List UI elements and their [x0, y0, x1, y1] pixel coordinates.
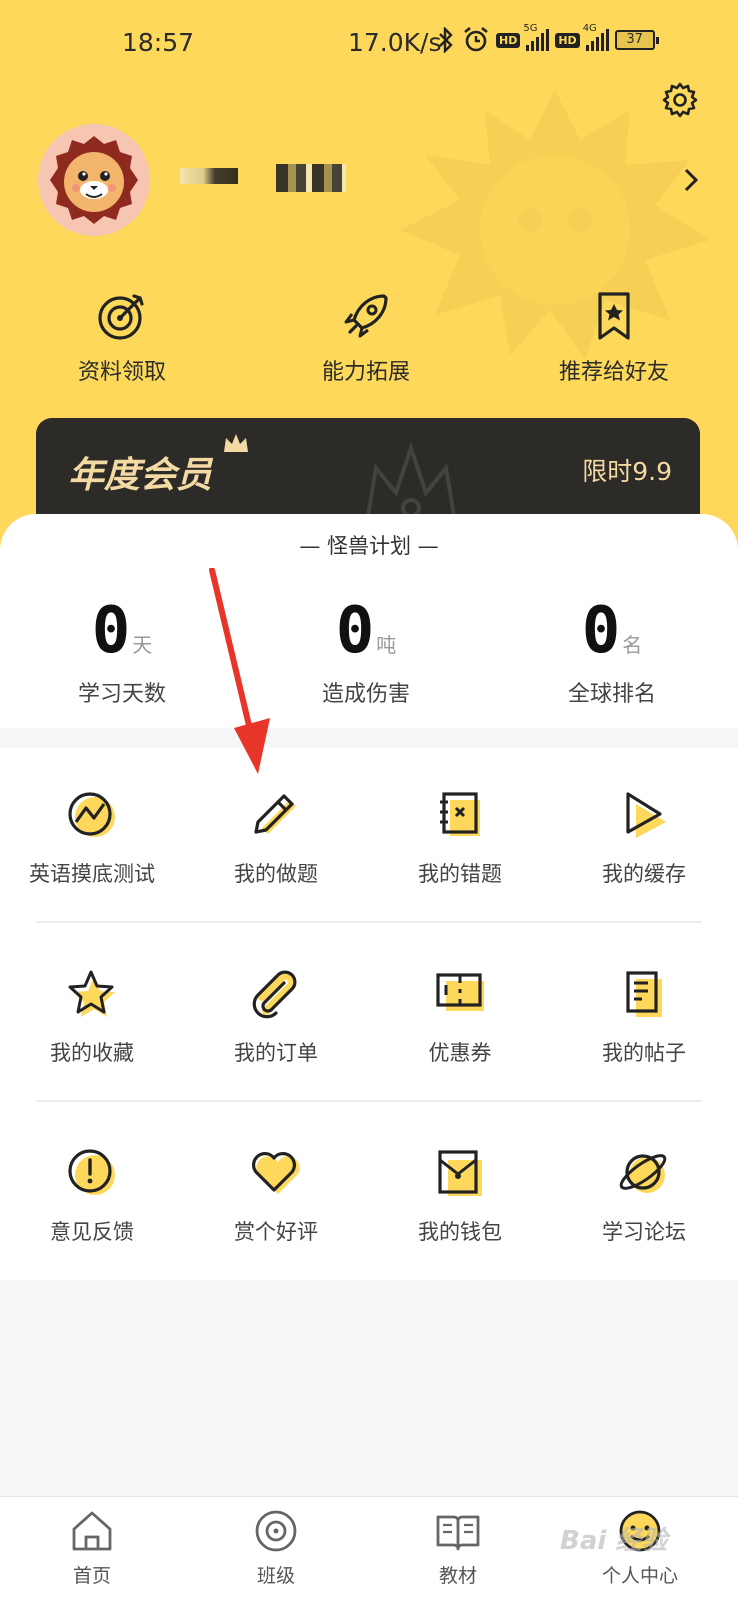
feature-grid: 英语摸底测试 我的做题 我的错题 我的缓存 我的收藏 我的订单 优惠券 我的帖子…	[0, 748, 738, 1280]
monster-plan-card: — 怪兽计划 — 0天 学习天数 0吨 造成伤害 0名 全球排名	[0, 514, 738, 728]
tab-label: 个人中心	[601, 1565, 678, 1587]
tab-label: 班级	[256, 1565, 295, 1587]
trend-chart-icon	[68, 792, 115, 837]
vip-price: 限时9.9	[582, 457, 672, 486]
menu-english-test[interactable]: 英语摸底测试	[0, 788, 184, 888]
bluetooth-icon	[439, 27, 453, 53]
menu-my-favorites[interactable]: 我的收藏	[0, 967, 184, 1067]
grid-row: 英语摸底测试 我的做题 我的错题 我的缓存	[0, 748, 738, 926]
tab-label: 首页	[72, 1565, 111, 1587]
annotation-arrow	[209, 568, 270, 774]
target-icon	[98, 294, 144, 340]
username-redacted	[180, 168, 238, 184]
wallet-icon	[438, 1150, 482, 1196]
profile-header: 18:57 17.0K/s HD 5G HD 4G 37 资料领取 能力拓展 推…	[0, 0, 738, 560]
chevron-right-icon[interactable]	[680, 166, 702, 194]
rocket-icon	[344, 294, 388, 338]
home-icon	[72, 1511, 112, 1551]
battery-indicator: 37	[614, 30, 659, 50]
hd-badge-2: HD	[555, 32, 580, 48]
stat-study-days: 0天 学习天数	[22, 594, 222, 708]
hd-badge: HD	[496, 32, 521, 48]
menu-label: 我的做题	[234, 862, 318, 886]
menu-label: 我的订单	[234, 1041, 318, 1065]
menu-label: 我的收藏	[50, 1041, 134, 1065]
menu-label: 赏个好评	[234, 1220, 318, 1244]
status-bar: 18:57 17.0K/s HD 5G HD 4G 37	[0, 0, 738, 86]
divider	[36, 921, 702, 923]
tab-class[interactable]: 班级	[216, 1507, 336, 1588]
menu-label: 英语摸底测试	[29, 862, 155, 886]
stat-unit: 吨	[376, 633, 397, 657]
signal-5g-icon: 5G	[523, 23, 550, 51]
planet-icon	[619, 1154, 667, 1193]
ticket-icon	[436, 973, 484, 1011]
error-notebook-icon	[440, 792, 480, 836]
document-icon	[626, 971, 662, 1017]
menu-label: 意见反馈	[50, 1220, 134, 1244]
menu-my-wallet[interactable]: 我的钱包	[368, 1146, 552, 1246]
crown-icon	[224, 434, 248, 452]
alert-circle-icon	[68, 1149, 115, 1195]
stat-value: 0	[581, 594, 621, 668]
menu-label: 我的错题	[418, 862, 502, 886]
grid-row: 意见反馈 赏个好评 我的钱包 学习论坛	[0, 1106, 738, 1284]
star-icon	[68, 970, 115, 1017]
settings-gear-icon[interactable]	[660, 80, 700, 120]
quick-action-label: 推荐给好友	[558, 360, 669, 385]
stat-damage: 0吨 造成伤害	[266, 594, 466, 708]
alarm-icon	[464, 26, 488, 52]
stat-unit: 天	[132, 633, 153, 657]
menu-label: 我的帖子	[602, 1041, 686, 1065]
paperclip-icon	[252, 970, 297, 1019]
play-icon	[626, 792, 666, 838]
tab-label: 教材	[438, 1565, 477, 1587]
book-icon	[436, 1515, 480, 1551]
quick-action-recommend[interactable]: 推荐给好友	[524, 290, 704, 386]
menu-coupons[interactable]: 优惠券	[368, 967, 552, 1067]
menu-forum[interactable]: 学习论坛	[552, 1146, 736, 1246]
pencil-icon	[254, 794, 296, 834]
heart-icon	[252, 1152, 300, 1194]
bookmark-star-icon	[598, 292, 630, 340]
menu-my-posts[interactable]: 我的帖子	[552, 967, 736, 1067]
tab-textbook[interactable]: 教材	[398, 1507, 518, 1588]
class-disc-icon	[255, 1510, 297, 1552]
plan-title: — 怪兽计划 —	[299, 534, 439, 558]
menu-my-exercises[interactable]: 我的做题	[184, 788, 368, 888]
stat-label: 全球排名	[567, 682, 656, 707]
quick-action-expand[interactable]: 能力拓展	[276, 290, 456, 386]
quick-action-label: 能力拓展	[321, 360, 410, 385]
stat-label: 学习天数	[77, 682, 166, 707]
avatar[interactable]	[38, 124, 150, 236]
menu-my-mistakes[interactable]: 我的错题	[368, 788, 552, 888]
quick-action-materials[interactable]: 资料领取	[32, 290, 212, 386]
user-id-redacted	[276, 164, 346, 192]
menu-my-orders[interactable]: 我的订单	[184, 967, 368, 1067]
quick-action-label: 资料领取	[77, 360, 166, 385]
status-time: 18:57	[122, 28, 195, 57]
menu-rate-app[interactable]: 赏个好评	[184, 1146, 368, 1246]
stat-unit: 名	[622, 633, 643, 657]
menu-label: 我的缓存	[602, 862, 686, 886]
lion-avatar-icon	[38, 124, 150, 236]
status-net-speed: 17.0K/s	[348, 28, 442, 57]
menu-label: 优惠券	[428, 1041, 492, 1065]
vip-title: 年度会员	[68, 455, 213, 496]
menu-my-cache[interactable]: 我的缓存	[552, 788, 736, 888]
stat-value: 0	[91, 594, 131, 668]
menu-feedback[interactable]: 意见反馈	[0, 1146, 184, 1246]
tab-home[interactable]: 首页	[32, 1507, 152, 1588]
baidu-watermark: Bai 经验	[560, 1526, 668, 1556]
menu-label: 我的钱包	[418, 1220, 502, 1244]
divider	[36, 1100, 702, 1102]
stat-label: 造成伤害	[321, 682, 410, 707]
stat-value: 0	[335, 594, 375, 668]
menu-label: 学习论坛	[602, 1220, 686, 1244]
grid-row: 我的收藏 我的订单 优惠券 我的帖子	[0, 927, 738, 1105]
signal-4g-icon: 4G	[583, 23, 609, 51]
stat-global-rank: 0名 全球排名	[512, 594, 712, 708]
